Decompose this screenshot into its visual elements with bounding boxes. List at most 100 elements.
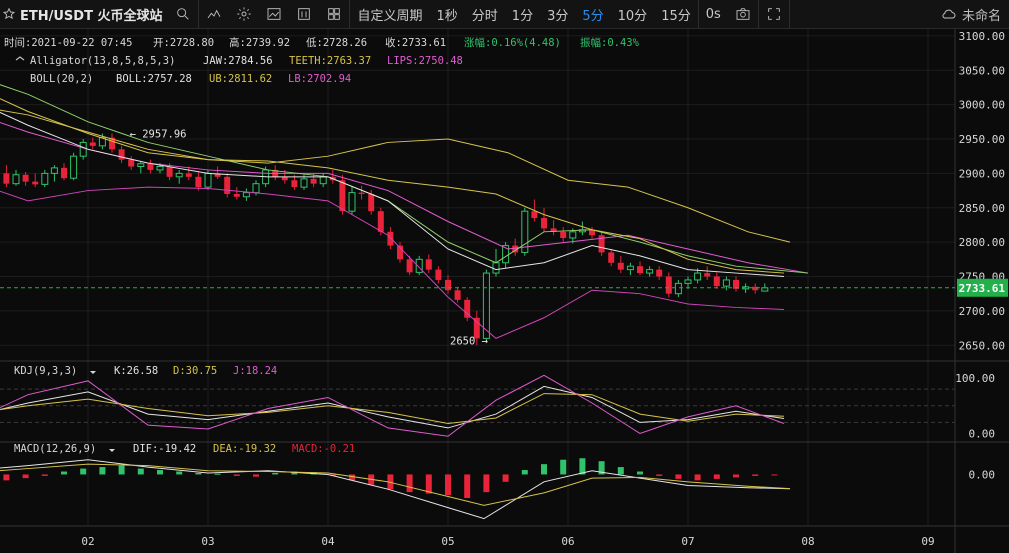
macd-histogram-bar <box>425 474 432 494</box>
refresh-interval[interactable]: 0s <box>699 0 728 28</box>
macd-histogram-bar <box>272 472 279 475</box>
macd-histogram-bar <box>617 467 624 475</box>
period-label: 5分 <box>582 8 604 24</box>
period-label: 分时 <box>471 8 498 24</box>
macd-histogram-bar <box>675 474 682 479</box>
chevron-down-icon[interactable] <box>109 449 115 452</box>
fullscreen-button[interactable] <box>759 0 789 28</box>
candle-body <box>22 174 29 182</box>
boll-lb-value: LB:2702.94 <box>288 73 351 85</box>
candle-body <box>684 279 692 284</box>
time-tick-label: 08 <box>801 535 814 548</box>
custom-period-label: 自定义周期 <box>357 8 423 24</box>
last-price-label: 2733.61 <box>959 282 1006 295</box>
candle-body <box>195 176 202 188</box>
period-3m[interactable]: 3分 <box>540 0 575 28</box>
candle-body <box>377 211 384 232</box>
macd-histogram-bar <box>560 459 567 475</box>
macd-histogram-bar <box>99 467 106 475</box>
period-10m[interactable]: 10分 <box>611 0 655 28</box>
candle-body <box>626 265 634 271</box>
teeth-value: TEETH:2763.37 <box>289 55 371 67</box>
period-label: 1分 <box>511 8 534 24</box>
kdj-d-value: D:30.75 <box>173 365 217 377</box>
candle-body <box>560 231 567 238</box>
candle-body <box>156 166 164 171</box>
candle-body <box>713 276 720 287</box>
candle-body <box>761 287 769 292</box>
gear-icon <box>237 7 252 21</box>
period-5m[interactable]: 5分 <box>575 0 610 28</box>
candle-body <box>281 176 288 181</box>
macd-histogram-bar <box>118 465 125 475</box>
macd-hist-value: MACD:-0.21 <box>292 443 355 455</box>
line-chart-icon <box>208 9 221 19</box>
period-line[interactable]: 分时 <box>465 0 505 28</box>
candle-body <box>608 252 615 263</box>
price-annotation: ← 2957.96 <box>130 129 187 141</box>
candle-body <box>569 231 577 239</box>
chart-grid <box>0 29 1009 553</box>
macd-histogram-bar <box>3 474 10 481</box>
search-icon <box>177 8 190 20</box>
period-15m[interactable]: 15分 <box>654 0 698 28</box>
candle-body <box>12 174 20 185</box>
candlestick-chart[interactable]: ← 2957.962650 → 2650.002700.002750.00280… <box>0 29 1009 553</box>
teeth-line <box>0 121 809 274</box>
screenshot-button[interactable] <box>728 0 758 28</box>
candle-body <box>291 180 298 188</box>
period-1m[interactable]: 1分 <box>505 0 540 28</box>
candle-body <box>185 173 192 177</box>
macd-histogram-bar <box>733 474 739 478</box>
candle-body <box>722 279 730 287</box>
info-high: 高:2739.92 <box>229 36 290 49</box>
chart-type-button[interactable] <box>259 0 289 28</box>
macd-histogram-bar <box>137 468 144 475</box>
boll-label[interactable]: BOLL(20,2) <box>30 73 93 85</box>
kdj-label[interactable]: KDJ(9,3,3) <box>14 365 77 377</box>
candle-body <box>252 183 260 194</box>
candle-body <box>32 181 39 185</box>
candle-body <box>61 167 67 179</box>
macd-histogram-bar <box>157 470 163 475</box>
cloud-save-button[interactable]: 未命名 <box>940 0 1009 28</box>
time-tick-label: 09 <box>921 535 934 548</box>
search-button[interactable] <box>168 0 198 28</box>
chevron-down-icon[interactable] <box>90 371 96 374</box>
candle-body <box>541 218 547 229</box>
macd-label[interactable]: MACD(12,26,9) <box>14 443 96 455</box>
candle-body <box>531 211 538 219</box>
period-label: 0s <box>705 6 721 22</box>
indicator-button[interactable] <box>199 0 229 28</box>
macd-dea-value: DEA:-19.32 <box>213 443 276 455</box>
settings-button[interactable] <box>229 0 259 28</box>
candle-body <box>348 192 356 212</box>
custom-period-button[interactable]: 自定义周期 <box>350 0 429 28</box>
period-label: 3分 <box>547 8 569 24</box>
candle-body <box>147 163 154 170</box>
kdj-tick-label: 100.00 <box>955 372 995 385</box>
candle-body <box>137 163 145 167</box>
time-tick-label: 06 <box>561 535 574 548</box>
grid-button[interactable] <box>319 0 349 28</box>
star-icon[interactable] <box>2 7 16 21</box>
macd-panel <box>0 458 791 520</box>
price-tick-label: 2900.00 <box>959 167 1005 180</box>
candle-body <box>310 178 317 184</box>
period-1s[interactable]: 1秒 <box>430 0 465 28</box>
candle-body <box>118 149 125 160</box>
macd-histogram-bar <box>233 474 240 476</box>
macd-histogram-bar <box>752 474 759 476</box>
candle-body <box>387 231 394 246</box>
period-label: 10分 <box>617 8 648 24</box>
layout-button[interactable] <box>289 0 319 28</box>
symbol-selector[interactable]: ETH/USDT 火币全球站 <box>0 0 168 28</box>
alligator-label[interactable]: Alligator(13,8,5,8,5,3) <box>30 55 175 67</box>
lips-value: LIPS:2750.48 <box>387 55 463 67</box>
toolbar: ETH/USDT 火币全球站 自定义周期 1秒 分时 1分 3分 5分 10分 … <box>0 0 1009 29</box>
candle-body <box>445 279 451 291</box>
candle-body <box>617 262 624 270</box>
price-tick-label: 3000.00 <box>959 99 1005 112</box>
macd-histogram-bar <box>656 474 663 476</box>
price-tick-label: 2950.00 <box>959 133 1005 146</box>
